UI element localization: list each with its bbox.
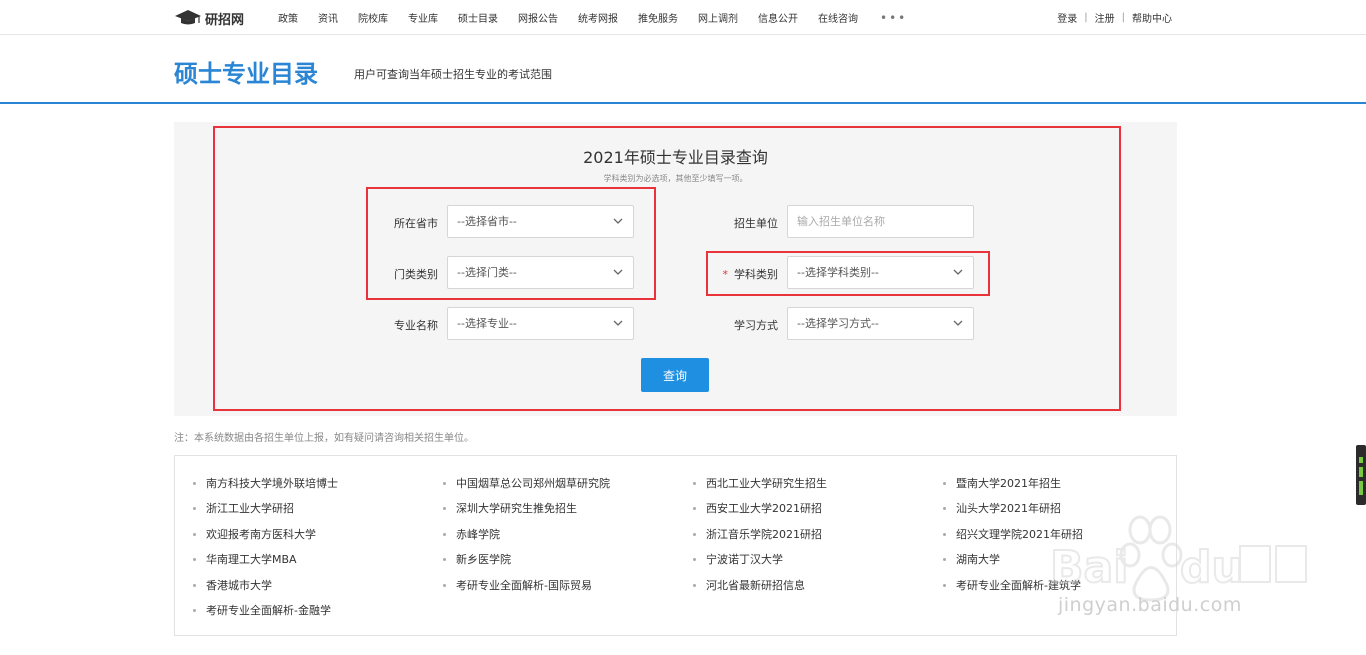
school-links: 南方科技大学境外联培博士 中国烟草总公司郑州烟草研究院 西北工业大学研究生招生 … [174, 455, 1177, 636]
widget-bar [1359, 481, 1363, 495]
bullet-icon [693, 481, 696, 485]
link-text: 浙江音乐学院2021研招 [706, 528, 822, 541]
link-text: 赤峰学院 [456, 528, 500, 541]
link-text: 新乡医学院 [456, 553, 511, 566]
login-link[interactable]: 登录 [1057, 10, 1077, 25]
logo-text: 研招网 [205, 12, 245, 28]
page-title: 硕士专业目录 [174, 60, 318, 88]
bullet-icon [693, 583, 696, 587]
list-item[interactable]: 浙江工业大学研招 [193, 500, 294, 516]
list-item[interactable]: 深圳大学研究生推免招生 [443, 500, 577, 516]
highlight-box-subject [706, 251, 990, 296]
bullet-icon [193, 506, 196, 510]
nav-item-adjustment[interactable]: 网上调剂 [688, 10, 748, 25]
link-text: 宁波诺丁汉大学 [706, 553, 783, 566]
link-text: 湖南大学 [956, 553, 1000, 566]
disclaimer-note: 注：本系统数据由各招生单位上报，如有疑问请咨询相关招生单位。 [174, 433, 474, 444]
graduation-cap-icon [175, 10, 201, 25]
nav-item-catalog[interactable]: 硕士目录 [448, 10, 508, 25]
nav-item-consult[interactable]: 在线咨询 [808, 10, 868, 25]
list-item[interactable]: 欢迎报考南方医科大学 [193, 526, 316, 542]
widget-bar [1359, 467, 1363, 477]
nav-item-news[interactable]: 资讯 [308, 10, 348, 25]
link-text: 欢迎报考南方医科大学 [206, 528, 316, 541]
link-text: 浙江工业大学研招 [206, 502, 294, 515]
bullet-icon [943, 506, 946, 510]
bullet-icon [443, 506, 446, 510]
link-text: 中国烟草总公司郑州烟草研究院 [456, 477, 610, 490]
link-text: 香港城市大学 [206, 579, 272, 592]
main-menu: 政策 资讯 院校库 专业库 硕士目录 网报公告 统考网报 推免服务 网上调剂 信… [268, 0, 907, 35]
widget-bar [1359, 457, 1363, 463]
link-text: 西北工业大学研究生招生 [706, 477, 827, 490]
bullet-icon [193, 532, 196, 536]
highlight-box-province-category [366, 187, 656, 300]
nav-item-majors[interactable]: 专业库 [398, 10, 448, 25]
nav-item-disclosure[interactable]: 信息公开 [748, 10, 808, 25]
nav-item-schools[interactable]: 院校库 [348, 10, 398, 25]
list-item[interactable]: 南方科技大学境外联培博士 [193, 475, 338, 491]
link-text: 深圳大学研究生推免招生 [456, 502, 577, 515]
bullet-icon [943, 481, 946, 485]
svg-text:du: du [1180, 542, 1243, 593]
bullet-icon [193, 583, 196, 587]
top-nav: 研招网 政策 资讯 院校库 专业库 硕士目录 网报公告 统考网报 推免服务 网上… [0, 0, 1366, 35]
nav-item-policy[interactable]: 政策 [268, 10, 308, 25]
bullet-icon [443, 532, 446, 536]
list-item[interactable]: 浙江音乐学院2021研招 [693, 526, 822, 542]
nav-item-registration[interactable]: 统考网报 [568, 10, 628, 25]
page-header: 硕士专业目录 用户可查询当年硕士招生专业的考试范围 [0, 36, 1366, 104]
bullet-icon [193, 557, 196, 561]
bullet-icon [943, 557, 946, 561]
link-text: 南方科技大学境外联培博士 [206, 477, 338, 490]
list-item[interactable]: 考研专业全面解析-国际贸易 [443, 577, 592, 593]
list-item[interactable]: 西安工业大学2021研招 [693, 500, 822, 516]
separator: | [1084, 12, 1088, 23]
list-item[interactable]: 暨南大学2021年招生 [943, 475, 1061, 491]
bullet-icon [443, 557, 446, 561]
list-item[interactable]: 湖南大学 [943, 551, 1000, 567]
account-links: 登录 | 注册 | 帮助中心 [1057, 0, 1172, 35]
list-item[interactable]: 宁波诺丁汉大学 [693, 551, 783, 567]
more-menu-icon[interactable]: ••• [868, 11, 907, 25]
svg-text:Bai: Bai [1050, 542, 1128, 593]
bullet-icon [193, 481, 196, 485]
list-item[interactable]: 华南理工大学MBA [193, 551, 297, 567]
list-item[interactable]: 赤峰学院 [443, 526, 500, 542]
bullet-icon [193, 608, 196, 612]
bullet-icon [943, 532, 946, 536]
watermark-text: jingyan.baidu.com [1058, 594, 1242, 616]
bullet-icon [443, 583, 446, 587]
link-text: 考研专业全面解析-金融学 [206, 604, 331, 617]
link-text: 华南理工大学MBA [206, 553, 297, 566]
help-link[interactable]: 帮助中心 [1132, 10, 1172, 25]
register-link[interactable]: 注册 [1095, 10, 1115, 25]
separator: | [1121, 12, 1125, 23]
bullet-icon [693, 506, 696, 510]
list-item[interactable]: 新乡医学院 [443, 551, 511, 567]
bullet-icon [943, 583, 946, 587]
nav-item-recommendation[interactable]: 推免服务 [628, 10, 688, 25]
bullet-icon [443, 481, 446, 485]
list-item[interactable]: 中国烟草总公司郑州烟草研究院 [443, 475, 610, 491]
site-logo[interactable]: 研招网 [174, 8, 244, 28]
bullet-icon [693, 532, 696, 536]
page-subtitle: 用户可查询当年硕士招生专业的考试范围 [354, 68, 552, 81]
bullet-icon [693, 557, 696, 561]
link-text: 考研专业全面解析-国际贸易 [456, 579, 592, 592]
list-item[interactable]: 香港城市大学 [193, 577, 272, 593]
link-text: 河北省最新研招信息 [706, 579, 805, 592]
list-item[interactable]: 西北工业大学研究生招生 [693, 475, 827, 491]
side-widget[interactable] [1356, 445, 1366, 505]
link-text: 暨南大学2021年招生 [956, 477, 1061, 490]
list-item[interactable]: 河北省最新研招信息 [693, 577, 805, 593]
list-item[interactable]: 考研专业全面解析-金融学 [193, 602, 331, 618]
nav-item-announcements[interactable]: 网报公告 [508, 10, 568, 25]
link-text: 西安工业大学2021研招 [706, 502, 822, 515]
